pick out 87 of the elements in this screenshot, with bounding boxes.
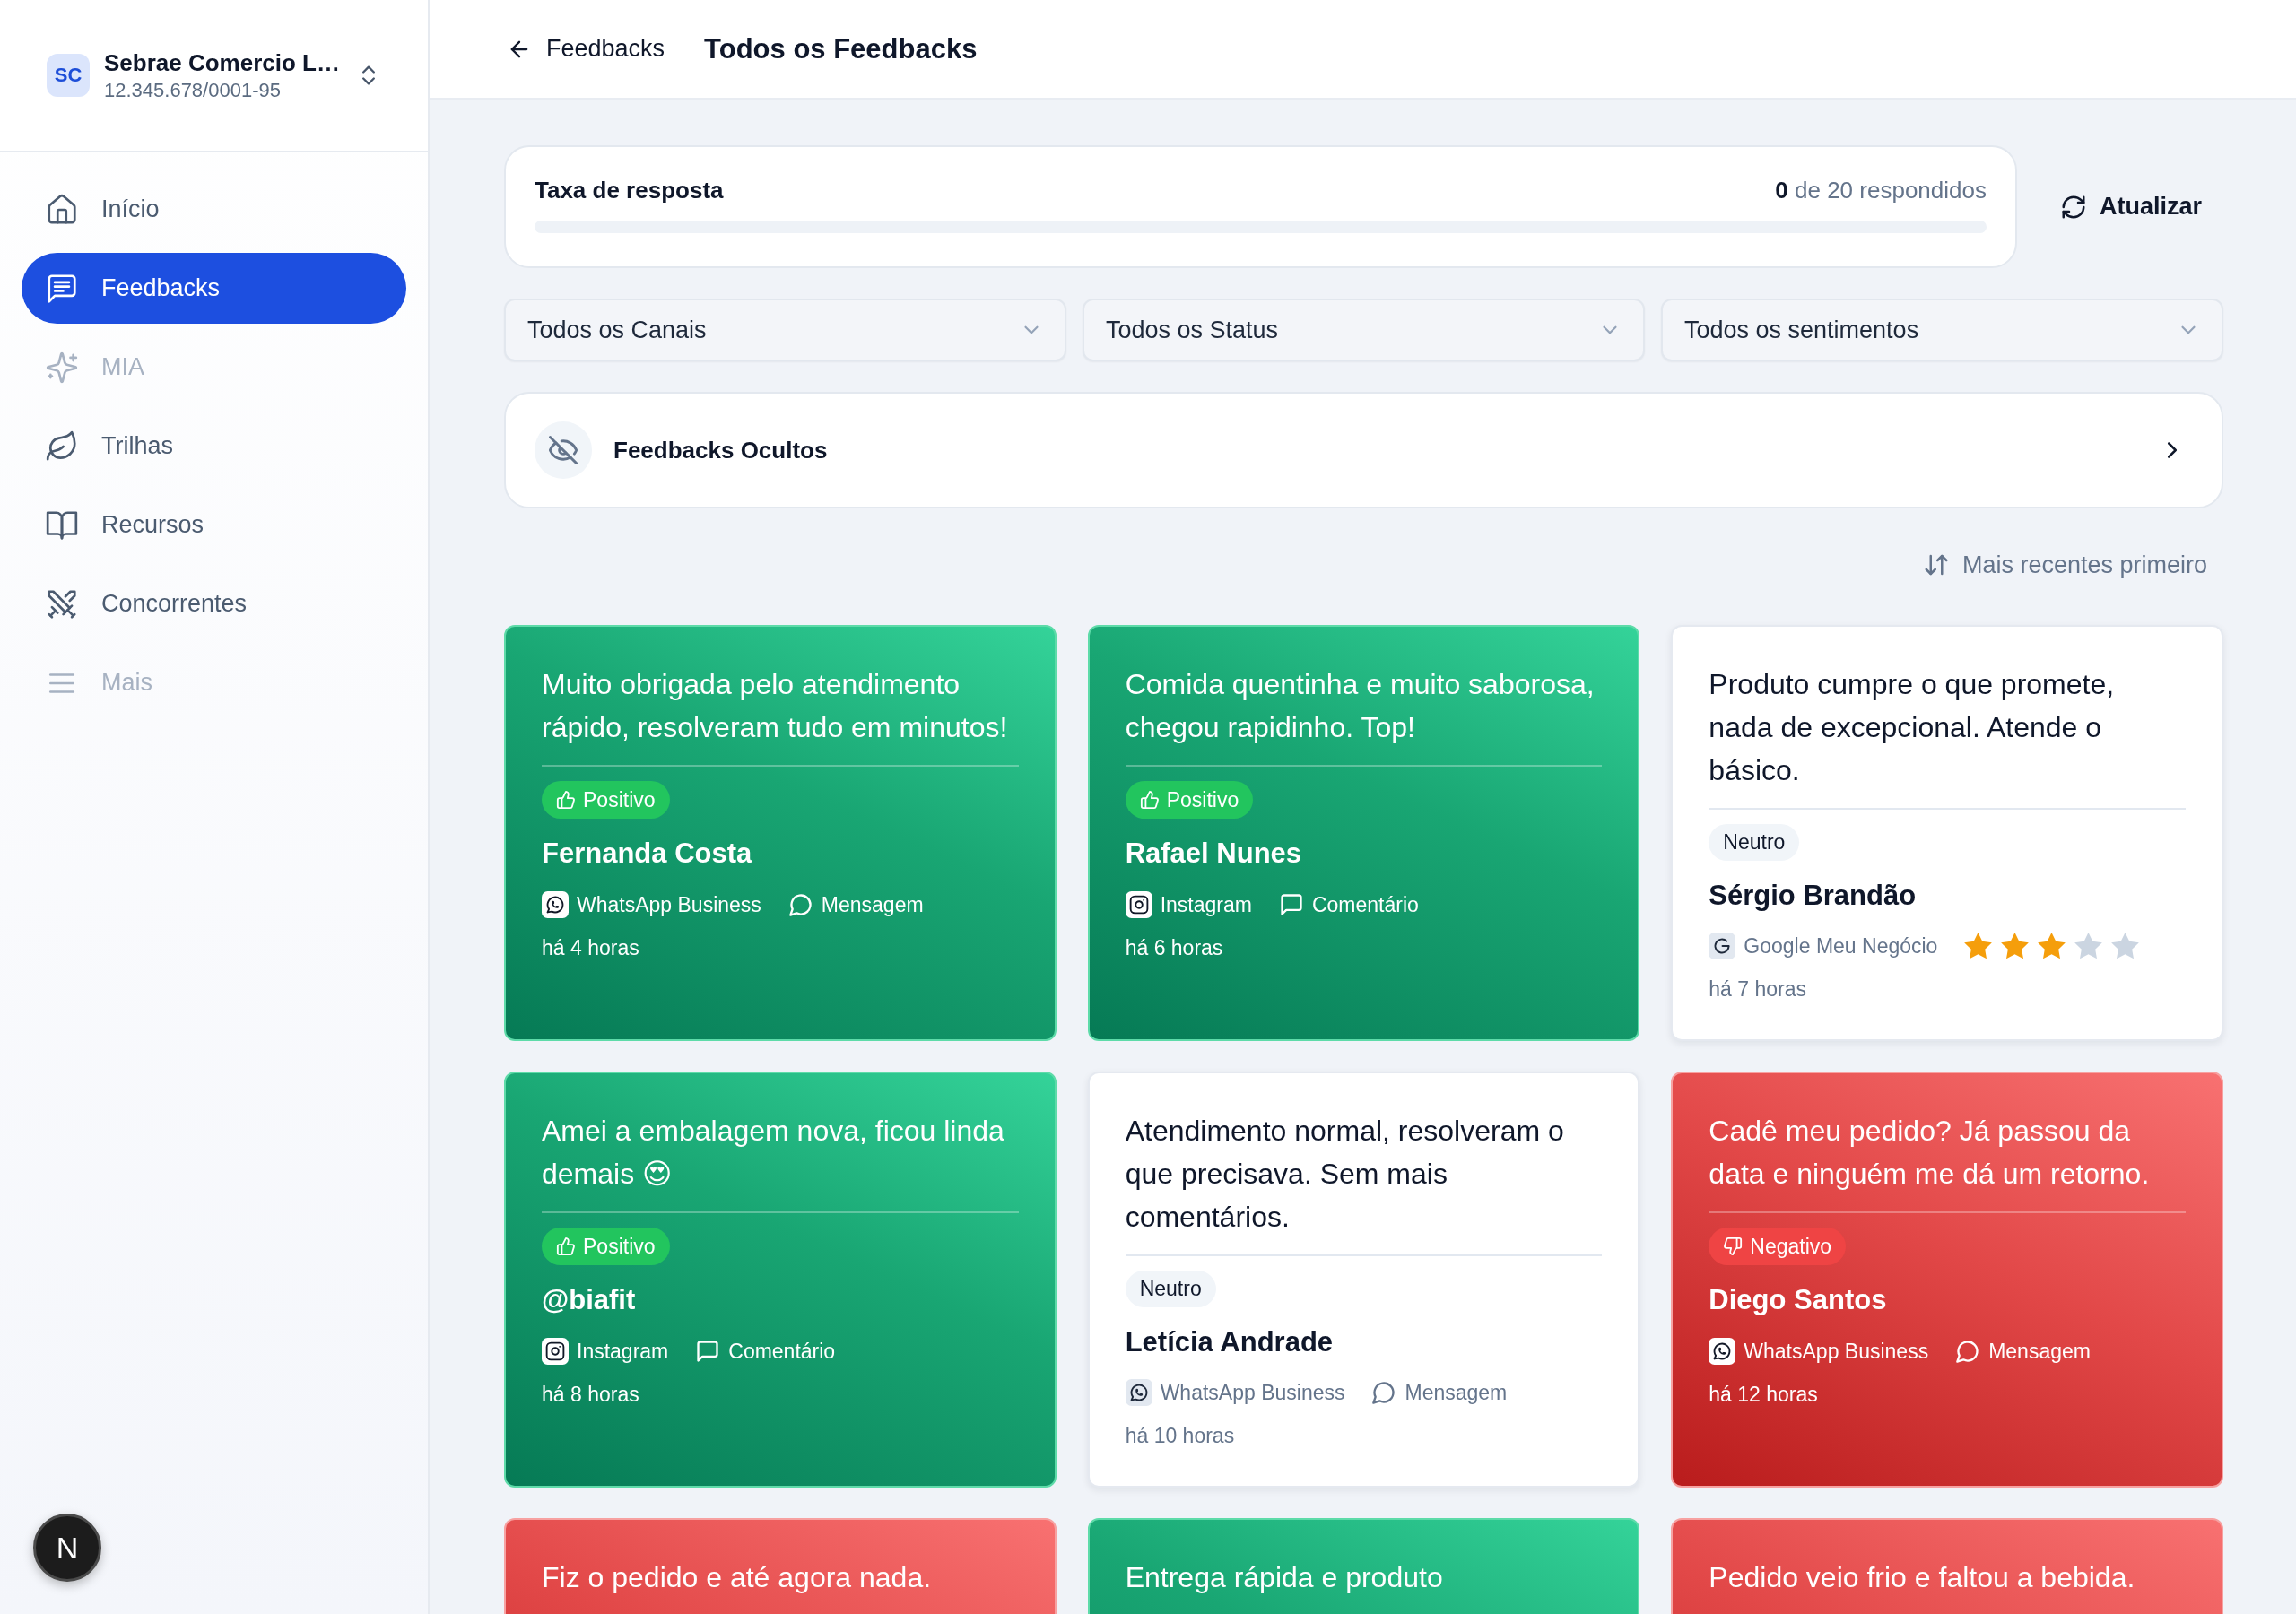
speech-bubble-icon xyxy=(787,892,813,917)
sentiment-label: Neutro xyxy=(1723,829,1786,855)
back-link[interactable]: Feedbacks xyxy=(507,35,665,63)
company-avatar: SC xyxy=(47,54,90,97)
feedback-card[interactable]: Produto cumpre o que promete, nada de excepcional. Atende o básico. Neutro Sérgio Brandão Google Meu Negócio há 7 horas xyxy=(1671,625,2223,1041)
response-count: 0 de 20 respondidos xyxy=(1775,176,1987,204)
thumbs-up-icon xyxy=(556,790,576,810)
camera-icon xyxy=(542,1338,569,1365)
channel-label: Instagram xyxy=(1160,892,1252,917)
author-name: Rafael Nunes xyxy=(1125,837,1302,871)
time-ago: há 10 horas xyxy=(1125,1423,1235,1449)
sentiment-label: Neutro xyxy=(1139,1276,1202,1301)
company-document: 12.345.678/0001-95 xyxy=(104,78,281,102)
feedback-text: Produto cumpre o que promete, nada de excepcional. Atende o básico. xyxy=(1709,667,2116,788)
feedback-text: Entrega rápida e produto xyxy=(1125,1560,1443,1595)
company-name: Sebrae Comercio L… xyxy=(104,48,340,77)
feedback-card[interactable]: Fiz o pedido e até agora nada. xyxy=(504,1518,1057,1614)
square-speech-bubble-icon xyxy=(695,1339,721,1364)
time-ago: há 7 horas xyxy=(1709,976,1807,1002)
time-ago: há 4 horas xyxy=(542,935,639,961)
feedback-card[interactable]: Cadê meu pedido? Já passou da data e ninguém me dá um retorno. Negativo Diego Santos WhatsApp Business Mensagem há 12 horas xyxy=(1671,1072,2223,1488)
star-icon xyxy=(2111,933,2140,960)
square-speech-bubble-icon xyxy=(1278,892,1304,917)
star-icon xyxy=(2038,933,2066,960)
author-name: Diego Santos xyxy=(1709,1283,1887,1317)
feedback-text: Atendimento normal, resolveram o que precisava. Sem mais comentários. xyxy=(1125,1114,1565,1235)
feedback-text: Amei a embalagem nova, ficou linda demais 😍 xyxy=(542,1114,1005,1192)
speech-bubble-icon xyxy=(1955,1339,1981,1364)
time-ago: há 12 horas xyxy=(1709,1382,1818,1408)
phone-bubble-icon xyxy=(1125,1379,1152,1407)
thumbs-up-icon xyxy=(1139,790,1160,810)
nav-item[interactable]: Início xyxy=(22,174,406,245)
channel-label: WhatsApp Business xyxy=(577,892,761,917)
sentiment-label: Positivo xyxy=(583,1234,656,1259)
message-type: Comentário xyxy=(728,1339,836,1364)
time-ago: há 8 horas xyxy=(542,1382,639,1408)
nav-item[interactable]: Feedbacks xyxy=(22,253,406,324)
channel-label: Google Meu Negócio xyxy=(1744,933,1938,959)
time-ago: há 6 horas xyxy=(1125,935,1223,961)
home-icon xyxy=(45,192,79,227)
sentiment-label: Positivo xyxy=(1166,787,1239,812)
thumbs-up-icon xyxy=(556,1237,576,1256)
speech-bubble-icon xyxy=(1371,1380,1397,1406)
nav-item[interactable]: Recursos xyxy=(22,490,406,560)
feedback-text: Comida quentinha e muito saborosa, chegou rapidinho. Top! xyxy=(1125,667,1596,745)
star-icon xyxy=(2001,933,2030,960)
feedback-text: Fiz o pedido e até agora nada. xyxy=(542,1560,932,1595)
message-type: Comentário xyxy=(1311,892,1419,917)
feedback-card[interactable]: Comida quentinha e muito saborosa, chegou rapidinho. Top! Positivo Rafael Nunes Instagram Comentário há 6 horas xyxy=(1087,625,1640,1041)
feedback-text: Muito obrigada pelo atendimento rápido, resolveram tudo em minutos! xyxy=(542,667,1009,745)
feedback-card[interactable]: Atendimento normal, resolveram o que precisava. Sem mais comentários. Neutro Letícia Andrade WhatsApp Business Mensagem há 10 horas xyxy=(1087,1072,1640,1488)
author-name: Fernanda Costa xyxy=(542,837,752,871)
g-logo-icon xyxy=(1709,933,1736,960)
response-rate-title: Taxa de resposta xyxy=(535,176,724,204)
camera-icon xyxy=(1125,891,1152,918)
eye-off-icon xyxy=(535,421,592,479)
author-name: @biafit xyxy=(542,1283,636,1317)
phone-bubble-icon xyxy=(542,891,569,918)
nav-item[interactable]: Concorrentes xyxy=(22,568,406,639)
sentiment-label: Positivo xyxy=(583,787,656,812)
thumbs-down-icon xyxy=(1723,1237,1744,1256)
feedback-card[interactable]: Muito obrigada pelo atendimento rápido, resolveram tudo em minutos! Positivo Fernanda Costa WhatsApp Business Mensagem há 4 horas xyxy=(504,625,1057,1041)
filter-select[interactable]: Todos os sentimentos xyxy=(1661,299,2223,361)
message-type: Mensagem xyxy=(821,892,924,917)
author-name: Sérgio Brandão xyxy=(1709,878,1917,913)
feedback-text: Pedido veio frio e faltou a bebida. xyxy=(1709,1560,2135,1595)
refresh-button[interactable]: Atualizar xyxy=(2041,178,2220,235)
channel-label: WhatsApp Business xyxy=(1744,1339,1929,1364)
message-type: Mensagem xyxy=(1988,1339,2091,1364)
filter-select[interactable]: Todos os Canais xyxy=(504,299,1066,361)
nav-item[interactable]: Trilhas xyxy=(22,411,406,482)
hidden-feedbacks-button[interactable]: Feedbacks Ocultos xyxy=(504,392,2223,508)
channel-label: Instagram xyxy=(577,1339,669,1364)
feedback-card[interactable]: Pedido veio frio e faltou a bebida. xyxy=(1671,1518,2223,1614)
message-type: Mensagem xyxy=(1405,1380,1508,1405)
feedback-card[interactable]: Amei a embalagem nova, ficou linda demais 😍 Positivo @biafit Instagram Comentário há 8 horas xyxy=(504,1072,1057,1488)
sort-button[interactable]: Mais recentes primeiro xyxy=(1922,546,2223,584)
filter-select[interactable]: Todos os Status xyxy=(1083,299,1645,361)
phone-bubble-icon xyxy=(1709,1338,1736,1365)
sparkle-icon xyxy=(45,350,79,385)
page-title: Todos os Feedbacks xyxy=(704,32,978,65)
channel-label: WhatsApp Business xyxy=(1160,1380,1345,1405)
sentiment-label: Negativo xyxy=(1750,1234,1832,1259)
feedback-text: Cadê meu pedido? Já passou da data e ninguém me dá um retorno. xyxy=(1709,1114,2151,1192)
star-icon xyxy=(2074,933,2103,960)
author-name: Letícia Andrade xyxy=(1125,1324,1334,1359)
star-icon xyxy=(1964,933,1993,960)
